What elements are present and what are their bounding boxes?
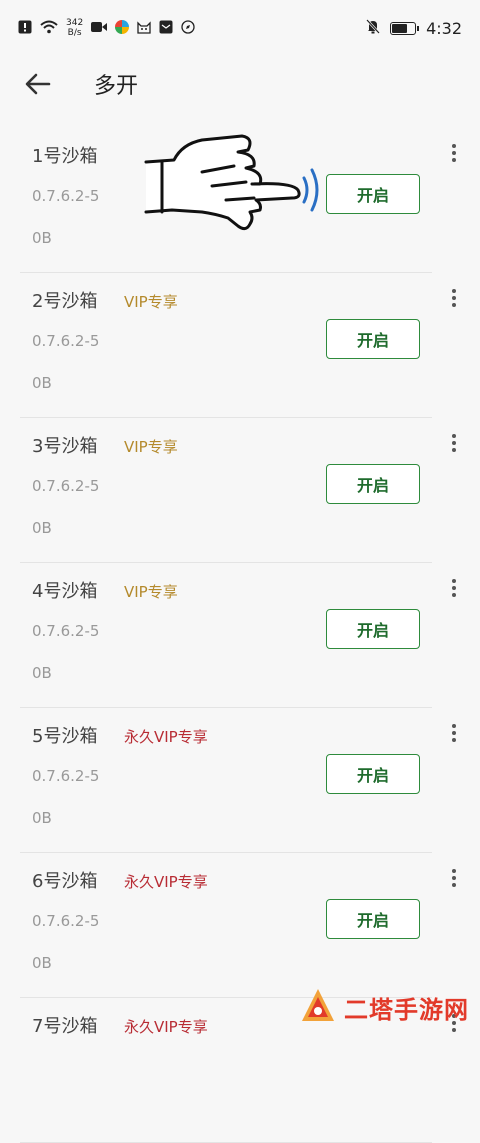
open-button[interactable]: 开启: [326, 754, 420, 794]
sandbox-size: 0B: [32, 664, 52, 682]
watermark-text: 二塔手游网: [344, 995, 469, 1024]
sandbox-size: 0B: [32, 954, 52, 972]
sandbox-version: 0.7.6.2-5: [32, 767, 100, 785]
mute-icon: [366, 19, 380, 37]
status-left-icons: 342 B/s: [18, 18, 195, 38]
open-button[interactable]: 开启: [326, 609, 420, 649]
more-options-icon[interactable]: [446, 867, 462, 889]
network-speed-value: 342: [66, 18, 84, 28]
sandbox-version: 0.7.6.2-5: [32, 622, 100, 640]
sandbox-name: 1号沙箱: [32, 146, 98, 167]
status-right-icons: 4:32: [366, 19, 462, 38]
pinwheel-app-icon: [115, 19, 130, 37]
watermark: 二塔手游网: [298, 985, 480, 1029]
open-button[interactable]: 开启: [326, 174, 420, 214]
network-speed-unit: B/s: [67, 28, 82, 38]
tower-logo-icon: [302, 989, 334, 1021]
alert-icon: [18, 20, 32, 37]
more-options-icon[interactable]: [446, 142, 462, 164]
back-button[interactable]: [18, 64, 58, 104]
more-options-icon[interactable]: [446, 577, 462, 599]
more-options-icon[interactable]: [446, 432, 462, 454]
sandbox-name: 7号沙箱: [32, 1016, 98, 1037]
sandbox-name: 2号沙箱: [32, 291, 98, 312]
sandbox-version: 0.7.6.2-5: [32, 477, 100, 495]
video-icon: [91, 21, 108, 36]
sandbox-item: 4号沙箱 VIP专享 0.7.6.2-5 0B 开启: [0, 563, 480, 708]
vip-badge: VIP专享: [124, 293, 178, 311]
vip-badge: VIP专享: [124, 583, 178, 601]
status-bar: 342 B/s 4:32: [0, 0, 480, 56]
open-button[interactable]: 开启: [326, 319, 420, 359]
vip-badge: VIP专享: [124, 438, 178, 456]
open-button[interactable]: 开启: [326, 899, 420, 939]
sandbox-name: 6号沙箱: [32, 871, 98, 892]
clock: 4:32: [426, 18, 462, 38]
sandbox-item: 5号沙箱 永久VIP专享 0.7.6.2-5 0B 开启: [0, 708, 480, 853]
more-options-icon[interactable]: [446, 287, 462, 309]
more-options-icon[interactable]: [446, 722, 462, 744]
sandbox-name: 4号沙箱: [32, 581, 98, 602]
sandbox-size: 0B: [32, 519, 52, 537]
sandbox-item: 6号沙箱 永久VIP专享 0.7.6.2-5 0B 开启: [0, 853, 480, 998]
wifi-icon: [40, 20, 58, 37]
sandbox-item: 3号沙箱 VIP专享 0.7.6.2-5 0B 开启: [0, 418, 480, 563]
open-button[interactable]: 开启: [326, 464, 420, 504]
compass-app-icon: [181, 19, 195, 37]
sandbox-size: 0B: [32, 229, 52, 247]
page-title: 多开: [94, 74, 139, 99]
tap-hand-icon: [144, 134, 319, 231]
sandbox-name: 3号沙箱: [32, 436, 98, 457]
sandbox-version: 0.7.6.2-5: [32, 332, 100, 350]
sandbox-version: 0.7.6.2-5: [32, 187, 100, 205]
battery-icon: [390, 21, 420, 35]
cat-app-icon: [137, 20, 151, 37]
sandbox-size: 0B: [32, 374, 52, 392]
vip-badge: 永久VIP专享: [124, 728, 208, 746]
sandbox-item: 2号沙箱 VIP专享 0.7.6.2-5 0B 开启: [0, 273, 480, 418]
arrow-left-icon: [25, 73, 51, 95]
app-bar: 多开: [0, 56, 480, 112]
sandbox-version: 0.7.6.2-5: [32, 912, 100, 930]
mail-app-icon: [159, 20, 173, 37]
network-speed: 342 B/s: [66, 18, 83, 38]
vip-badge: 永久VIP专享: [124, 873, 208, 891]
sandbox-name: 5号沙箱: [32, 726, 98, 747]
vip-badge: 永久VIP专享: [124, 1018, 208, 1036]
sandbox-size: 0B: [32, 809, 52, 827]
